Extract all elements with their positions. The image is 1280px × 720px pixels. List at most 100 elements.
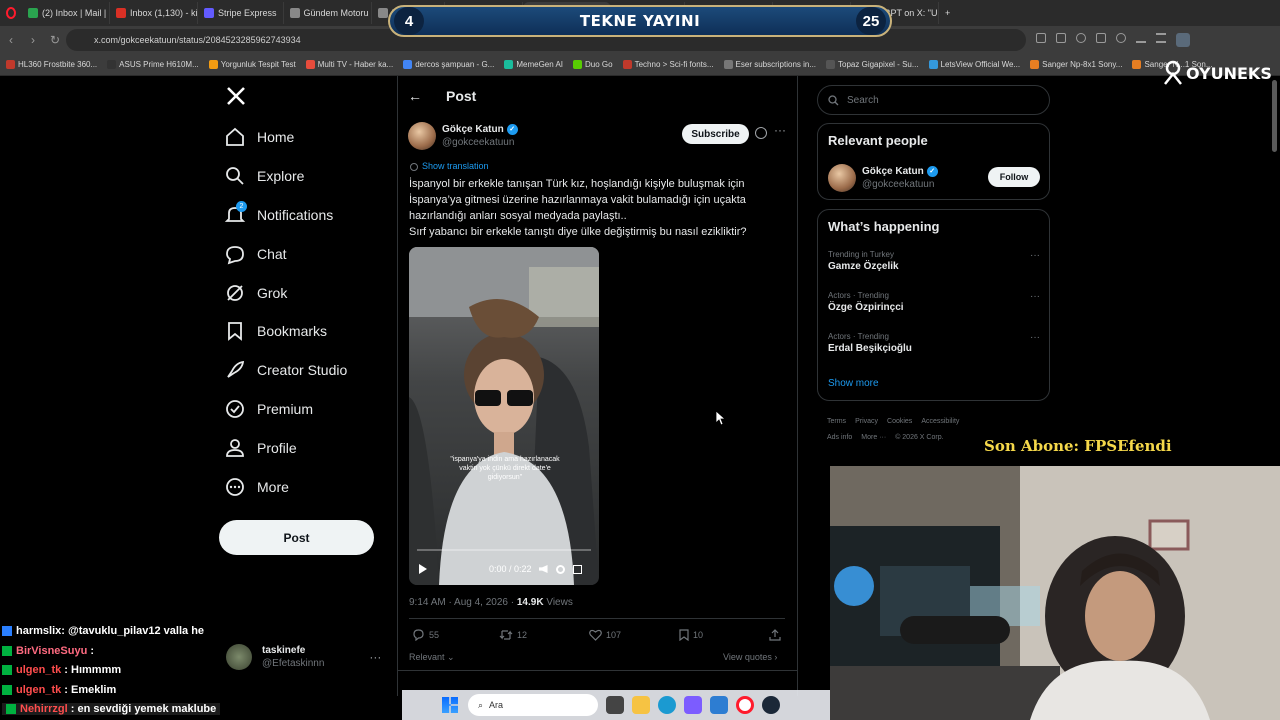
footer-link[interactable]: Cookies: [887, 418, 912, 425]
nav-item-premium[interactable]: Premium: [224, 395, 313, 423]
trend-item[interactable]: Actors · Trending Özge Özpirinçci: [828, 291, 904, 313]
search-input[interactable]: Search: [817, 85, 1050, 115]
share-button[interactable]: [769, 629, 785, 641]
bookmark-item[interactable]: MemeGen AI: [504, 60, 563, 69]
bookmark-item[interactable]: Duo Go: [573, 60, 613, 69]
menu-icon[interactable]: [1156, 33, 1166, 43]
bookmark-item[interactable]: dercos şampuan - G...: [403, 60, 494, 69]
view-quotes-link[interactable]: View quotes ›: [723, 652, 777, 662]
back-nav-icon[interactable]: ‹: [0, 29, 22, 51]
footer-link[interactable]: Privacy: [855, 418, 878, 425]
author-name[interactable]: Gökçe Katun: [442, 123, 504, 136]
avatar[interactable]: [226, 644, 252, 670]
bookmark-item[interactable]: Yorgunluk Tespit Test: [208, 60, 296, 69]
post-author[interactable]: Gökçe Katun ✓ @gokceekatuun: [408, 122, 518, 150]
footer-link[interactable]: More ···: [861, 434, 886, 441]
author-handle[interactable]: @gokceekatuun: [442, 136, 518, 149]
nav-item-chat[interactable]: Chat: [224, 240, 287, 268]
chat-username[interactable]: ulgen_tk: [16, 664, 61, 676]
bookmark-item[interactable]: HL360 Frostbite 360...: [6, 60, 97, 69]
chat-username[interactable]: Nehirrzgl: [20, 703, 68, 715]
nav-item-profile[interactable]: Profile: [224, 434, 297, 462]
nav-item-grok[interactable]: Grok: [224, 279, 287, 307]
taskbar-search[interactable]: ⌕ Ara: [468, 694, 598, 716]
reply-sort-dropdown[interactable]: Relevant ⌄: [409, 652, 455, 663]
page-scrollbar[interactable]: [1272, 80, 1277, 152]
folder-icon[interactable]: [632, 696, 650, 714]
trend-item[interactable]: Trending in Turkey Gamze Özçelik: [828, 250, 899, 272]
trend-more-icon[interactable]: ···: [1030, 250, 1040, 261]
nav-item-home[interactable]: Home: [224, 123, 294, 151]
nav-item-notifications[interactable]: 2 Notifications: [224, 201, 333, 229]
browser-tab[interactable]: Stripe Express: [198, 2, 284, 24]
bookmark-item[interactable]: Topaz Gigapixel - Su...: [826, 60, 919, 69]
account-switcher[interactable]: taskinefe @Efetaskinnn ···: [226, 644, 381, 670]
post-timestamp[interactable]: 9:14 AM · Aug 4, 2026 ·: [409, 597, 517, 608]
video-progress-bar[interactable]: [417, 549, 591, 551]
person-name[interactable]: Gökçe Katun: [862, 165, 924, 178]
new-tab-button[interactable]: +: [939, 2, 956, 24]
subscribe-button[interactable]: Subscribe: [682, 124, 749, 144]
calendar-icon[interactable]: [710, 696, 728, 714]
like-button[interactable]: 107: [589, 629, 621, 641]
bookmark-item[interactable]: Sanger Np-8x1 Sony...: [1030, 60, 1122, 69]
toolbar-icon[interactable]: [1056, 33, 1066, 43]
bookmark-button[interactable]: 10: [679, 629, 703, 641]
opera-menu-icon[interactable]: [0, 2, 22, 24]
toolbar-icon[interactable]: [1076, 33, 1086, 43]
toolbar-icon[interactable]: [1096, 33, 1106, 43]
browser-tab[interactable]: Inbox (1,130) - kick: [110, 2, 198, 24]
footer-link[interactable]: Ads info: [827, 434, 852, 441]
more-options-icon[interactable]: ···: [774, 123, 786, 137]
browser-tab[interactable]: Gündem Motoru: [284, 2, 372, 24]
volume-icon[interactable]: [538, 565, 548, 573]
opera-icon[interactable]: [736, 696, 754, 714]
browser-tab[interactable]: (2) Inbox | Mail | S: [22, 2, 110, 24]
x-logo-icon[interactable]: [224, 86, 248, 110]
toolbar-icon[interactable]: [1036, 33, 1046, 43]
repost-button[interactable]: 12: [499, 629, 527, 641]
avatar[interactable]: [408, 122, 436, 150]
chat-username[interactable]: ulgen_tk: [16, 684, 61, 696]
nav-item-explore[interactable]: Explore: [224, 162, 304, 190]
reply-button[interactable]: 55: [412, 629, 439, 641]
trend-more-icon[interactable]: ···: [1030, 291, 1040, 302]
reload-icon[interactable]: ↻: [44, 29, 66, 51]
bookmark-item[interactable]: ASUS Prime H610M...: [107, 60, 199, 69]
footer-link[interactable]: Accessibility: [921, 418, 959, 425]
back-arrow-icon[interactable]: ←: [408, 88, 422, 104]
footer-link[interactable]: Terms: [827, 418, 846, 425]
nav-item-bookmarks[interactable]: Bookmarks: [224, 317, 327, 345]
bookmark-item[interactable]: Eser subscriptions in...: [723, 60, 816, 69]
forward-nav-icon[interactable]: ›: [22, 29, 44, 51]
follow-button[interactable]: Follow: [988, 167, 1040, 187]
profile-icon[interactable]: [1176, 33, 1190, 47]
play-icon[interactable]: [419, 564, 427, 574]
download-icon[interactable]: [1136, 33, 1146, 43]
post-button[interactable]: Post: [219, 520, 374, 555]
heart-icon[interactable]: [1116, 33, 1126, 43]
trend-item[interactable]: Actors · Trending Erdal Beşikçioğlu: [828, 332, 912, 354]
chat-username[interactable]: BirVisneSuyu: [16, 645, 87, 657]
fullscreen-icon[interactable]: [572, 564, 582, 574]
steam-icon[interactable]: [762, 696, 780, 714]
edge-icon[interactable]: [658, 696, 676, 714]
grok-action-icon[interactable]: [755, 127, 767, 139]
bookmark-item[interactable]: Multi TV - Haber ka...: [305, 60, 393, 69]
app-icon[interactable]: [684, 696, 702, 714]
start-icon[interactable]: [442, 697, 458, 713]
nav-item-creator-studio[interactable]: Creator Studio: [224, 356, 347, 384]
bookmark-item[interactable]: LetsView Official We...: [928, 60, 1020, 69]
bookmark-item[interactable]: Techno > Sci-fi fonts...: [622, 60, 714, 69]
nav-item-more[interactable]: More: [224, 473, 289, 501]
more-options-icon[interactable]: ···: [369, 650, 381, 664]
chat-username[interactable]: harmslix: [16, 625, 61, 637]
show-translation-link[interactable]: Show translation: [410, 161, 489, 171]
trend-more-icon[interactable]: ···: [1030, 332, 1040, 343]
taskview-icon[interactable]: [606, 696, 624, 714]
footer-link[interactable]: © 2026 X Corp.: [895, 434, 943, 441]
avatar[interactable]: [828, 164, 856, 192]
show-more-link[interactable]: Show more: [828, 378, 879, 389]
relevant-person[interactable]: Gökçe Katun ✓ @gokceekatuun: [828, 164, 938, 192]
post-video[interactable]: "ispanya'ya indin ama hazırlanacak vakti…: [409, 247, 599, 585]
